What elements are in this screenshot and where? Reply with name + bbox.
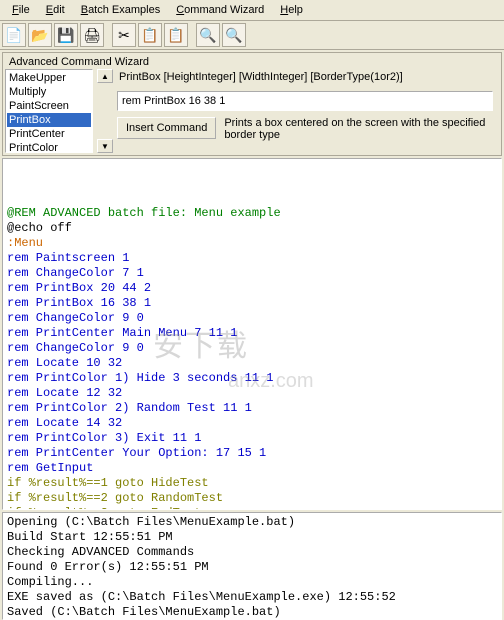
code-line: if %result%==2 goto RandomTest <box>7 491 497 506</box>
toolbar-button-2[interactable]: 💾 <box>54 23 78 47</box>
toolbar-button-0[interactable]: 📄 <box>2 23 26 47</box>
toolbar-button-7[interactable]: 🔍 <box>196 23 220 47</box>
code-line: rem Paintscreen 1 <box>7 251 497 266</box>
command-list-item[interactable]: MakeUpper <box>7 71 91 85</box>
command-list-item[interactable]: PrintCenter <box>7 127 91 141</box>
output-line: Compiling... <box>7 575 497 590</box>
code-line: rem PrintBox 20 44 2 <box>7 281 497 296</box>
toolbar-button-1[interactable]: 📂 <box>28 23 52 47</box>
menu-help[interactable]: Help <box>272 2 311 18</box>
wizard-title: Advanced Command Wizard <box>5 55 499 69</box>
code-line: rem Locate 10 32 <box>7 356 497 371</box>
command-wizard-panel: Advanced Command Wizard MakeUpperMultipl… <box>2 52 502 156</box>
code-line: rem Locate 14 32 <box>7 416 497 431</box>
code-line: rem ChangeColor 7 1 <box>7 266 497 281</box>
output-line: Checking ADVANCED Commands <box>7 545 497 560</box>
menu-bar: File Edit Batch Examples Command Wizard … <box>0 0 504 21</box>
toolbar-button-8[interactable]: 🔍 <box>222 23 246 47</box>
menu-file[interactable]: File <box>4 2 38 18</box>
code-line: if %result%==3 goto EndTest <box>7 506 497 510</box>
code-line: rem GetInput <box>7 461 497 476</box>
output-line: Found 0 Error(s) 12:55:51 PM <box>7 560 497 575</box>
toolbar-button-4[interactable]: ✂ <box>112 23 136 47</box>
command-syntax: PrintBox [HeightInteger] [WidthInteger] … <box>117 69 493 85</box>
code-line: rem ChangeColor 9 0 <box>7 311 497 326</box>
command-list-item[interactable]: PaintScreen <box>7 99 91 113</box>
code-line: rem PrintCenter Main Menu 7 11 1 <box>7 326 497 341</box>
command-list-item[interactable]: Multiply <box>7 85 91 99</box>
command-list-item[interactable]: PrintBox <box>7 113 91 127</box>
list-scroll-down[interactable]: ▼ <box>97 139 113 153</box>
code-line: rem Locate 12 32 <box>7 386 497 401</box>
code-line: rem PrintColor 1) Hide 3 seconds 11 1 <box>7 371 497 386</box>
menu-edit[interactable]: Edit <box>38 2 73 18</box>
command-input[interactable] <box>117 91 493 111</box>
code-editor[interactable]: 安下载 anxz.com @REM ADVANCED batch file: M… <box>2 158 502 510</box>
insert-command-button[interactable]: Insert Command <box>117 117 216 139</box>
list-scroll-up[interactable]: ▲ <box>97 69 113 83</box>
menu-batch[interactable]: Batch Examples <box>73 2 169 18</box>
toolbar-button-3[interactable]: 🖨 <box>80 23 104 47</box>
code-line: rem PrintBox 16 38 1 <box>7 296 497 311</box>
command-list-item[interactable]: PrintColor <box>7 141 91 153</box>
code-line: if %result%==1 goto HideTest <box>7 476 497 491</box>
toolbar: 📄📂💾🖨✂📋📋🔍🔍 <box>0 21 504 50</box>
menu-wizard[interactable]: Command Wizard <box>168 2 272 18</box>
toolbar-button-6[interactable]: 📋 <box>164 23 188 47</box>
toolbar-button-5[interactable]: 📋 <box>138 23 162 47</box>
output-line: Opening (C:\Batch Files\MenuExample.bat) <box>7 515 497 530</box>
code-line: @echo off <box>7 221 497 236</box>
code-line: rem PrintColor 3) Exit 11 1 <box>7 431 497 446</box>
output-line: EXE saved as (C:\Batch Files\MenuExample… <box>7 590 497 605</box>
command-description: Prints a box centered on the screen with… <box>224 117 493 141</box>
code-line: @REM ADVANCED batch file: Menu example <box>7 206 497 221</box>
output-line: Saved (C:\Batch Files\MenuExample.bat) <box>7 605 497 620</box>
command-list[interactable]: MakeUpperMultiplyPaintScreenPrintBoxPrin… <box>5 69 93 153</box>
code-line: rem PrintCenter Your Option: 17 15 1 <box>7 446 497 461</box>
output-line: Build Start 12:55:51 PM <box>7 530 497 545</box>
code-line: rem PrintColor 2) Random Test 11 1 <box>7 401 497 416</box>
output-console[interactable]: Opening (C:\Batch Files\MenuExample.bat)… <box>2 512 502 620</box>
code-line: :Menu <box>7 236 497 251</box>
code-line: rem ChangeColor 9 0 <box>7 341 497 356</box>
